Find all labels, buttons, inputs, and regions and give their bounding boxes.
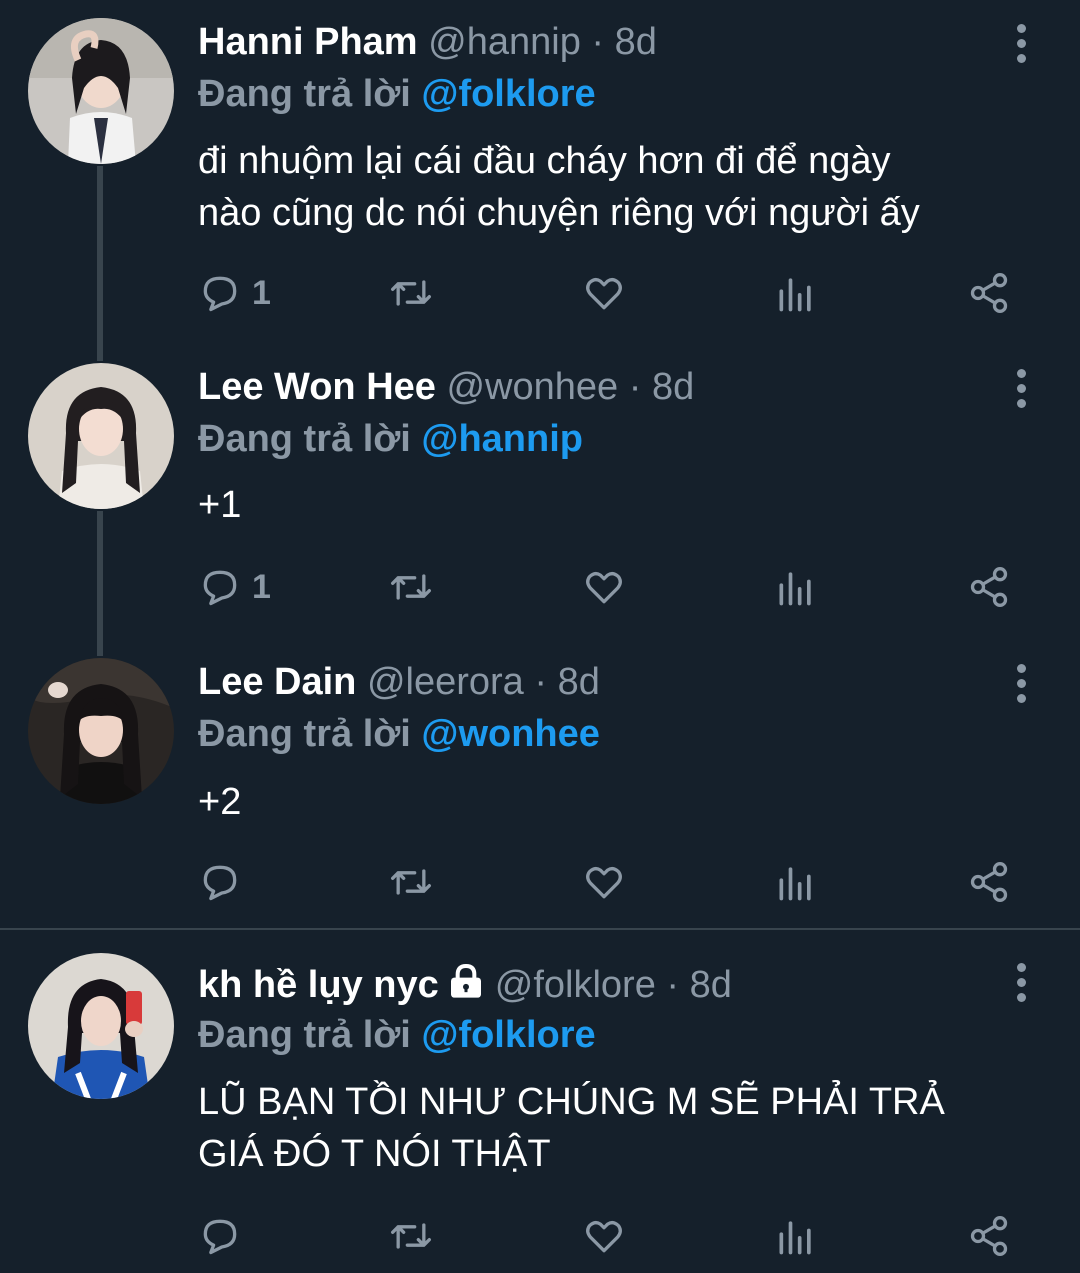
tweet[interactable]: Hanni Pham @hannip · 8d Đang trả lời @fo… (0, 0, 1080, 330)
share-icon (970, 862, 1008, 902)
heart-icon (586, 277, 622, 310)
user-handle[interactable]: @leerora (367, 661, 524, 703)
tweet-header: Lee Won Hee @wonhee · 8d (198, 359, 694, 415)
replying-to-label: Đang trả lời (198, 418, 411, 460)
like-button[interactable] (581, 267, 627, 319)
tweet-text-line: LŨ BẠN TỒI NHƯ CHÚNG M SẼ PHẢI TRẢ (198, 1081, 945, 1123)
like-button[interactable] (581, 1210, 627, 1262)
avatar[interactable] (28, 658, 174, 804)
tweet-text-line: nào cũng dc nói chuyện riêng với người ấ… (198, 192, 920, 234)
reply-button[interactable] (198, 1210, 252, 1262)
tweet-text: đi nhuộm lại cái đầu cháy hơn đi để ngày… (198, 135, 1028, 239)
reply-count: 1 (252, 273, 271, 312)
reply-icon (203, 276, 237, 312)
share-icon (970, 1216, 1008, 1256)
more-vertical-icon[interactable] (1004, 18, 1038, 68)
replying-to-label: Đang trả lời (198, 1014, 411, 1056)
timestamp[interactable]: · 8d (534, 661, 599, 703)
display-name[interactable]: Lee Dain (198, 661, 356, 703)
tweet[interactable]: kh hề lụy nyc @folklore · 8d Đang trả lời… (0, 932, 1080, 1273)
retweet-icon (391, 869, 431, 895)
retweet-icon (391, 280, 431, 306)
share-button[interactable] (966, 267, 1012, 319)
mention-link[interactable]: @wonhee (421, 713, 600, 755)
replying-to: Đang trả lời @folklore (198, 68, 596, 120)
tweet-header: Lee Dain @leerora · 8d (198, 654, 600, 710)
views-button[interactable] (776, 1210, 816, 1262)
tweet-text-line: +2 (198, 781, 242, 823)
mention-link[interactable]: @folklore (421, 1014, 595, 1056)
avatar[interactable] (28, 953, 174, 1099)
reply-button[interactable]: 1 (198, 267, 271, 319)
user-handle[interactable]: @folklore (495, 964, 656, 1006)
retweet-button[interactable] (386, 1210, 436, 1262)
reply-count: 1 (252, 567, 271, 606)
more-vertical-icon[interactable] (1004, 957, 1038, 1007)
analytics-icon (779, 1221, 811, 1255)
replying-to-label: Đang trả lời (198, 713, 411, 755)
reply-icon (203, 1219, 237, 1255)
views-button[interactable] (776, 267, 816, 319)
timestamp[interactable]: · 8d (629, 366, 694, 408)
retweet-button[interactable] (386, 267, 436, 319)
share-button[interactable] (966, 561, 1012, 613)
display-name[interactable]: Lee Won Hee (198, 366, 436, 408)
tweet-text: LŨ BẠN TỒI NHƯ CHÚNG M SẼ PHẢI TRẢ GIÁ Đ… (198, 1076, 1028, 1180)
heart-icon (586, 571, 622, 604)
tweet-text: +1 (198, 479, 1028, 531)
thread-divider (0, 928, 1080, 930)
display-name[interactable]: kh hề lụy nyc (198, 964, 439, 1006)
views-button[interactable] (776, 561, 816, 613)
like-button[interactable] (581, 561, 627, 613)
more-vertical-icon[interactable] (1004, 658, 1038, 708)
share-button[interactable] (966, 856, 1012, 908)
analytics-icon (779, 867, 811, 901)
share-icon (970, 273, 1008, 313)
reply-icon (203, 865, 237, 901)
lock-icon (450, 963, 481, 998)
heart-icon (586, 1220, 622, 1253)
replying-to: Đang trả lời @wonhee (198, 708, 600, 760)
more-vertical-icon[interactable] (1004, 363, 1038, 413)
like-button[interactable] (581, 856, 627, 908)
user-handle[interactable]: @wonhee (446, 366, 618, 408)
analytics-icon (779, 572, 811, 606)
tweet-text: +2 (198, 776, 1028, 828)
heart-icon (586, 866, 622, 899)
views-button[interactable] (776, 856, 816, 908)
timestamp[interactable]: · 8d (591, 21, 656, 63)
share-icon (970, 567, 1008, 607)
retweet-icon (391, 1223, 431, 1249)
tweet[interactable]: Lee Dain @leerora · 8d Đang trả lời @won… (0, 640, 1080, 925)
mention-link[interactable]: @hannip (421, 418, 583, 460)
tweet-text-line: đi nhuộm lại cái đầu cháy hơn đi để ngày (198, 140, 891, 182)
display-name[interactable]: Hanni Pham (198, 21, 418, 63)
tweet[interactable]: Lee Won Hee @wonhee · 8d Đang trả lời @h… (0, 345, 1080, 645)
retweet-button[interactable] (386, 856, 436, 908)
avatar[interactable] (28, 363, 174, 509)
timestamp[interactable]: · 8d (666, 964, 731, 1006)
tweet-header: kh hề lụy nyc @folklore · 8d (198, 957, 732, 1013)
tweet-text-line: +1 (198, 484, 242, 526)
reply-button[interactable] (198, 856, 252, 908)
retweet-button[interactable] (386, 561, 436, 613)
reply-button[interactable]: 1 (198, 561, 271, 613)
tweet-header: Hanni Pham @hannip · 8d (198, 14, 657, 70)
avatar[interactable] (28, 18, 174, 164)
mention-link[interactable]: @folklore (421, 73, 595, 115)
replying-to-label: Đang trả lời (198, 73, 411, 115)
reply-icon (203, 570, 237, 606)
analytics-icon (779, 278, 811, 312)
replying-to: Đang trả lời @hannip (198, 413, 583, 465)
user-handle[interactable]: @hannip (428, 21, 581, 63)
tweet-text-line: GIÁ ĐÓ T NÓI THẬT (198, 1133, 551, 1175)
replying-to: Đang trả lời @folklore (198, 1009, 596, 1061)
retweet-icon (391, 574, 431, 600)
share-button[interactable] (966, 1210, 1012, 1262)
